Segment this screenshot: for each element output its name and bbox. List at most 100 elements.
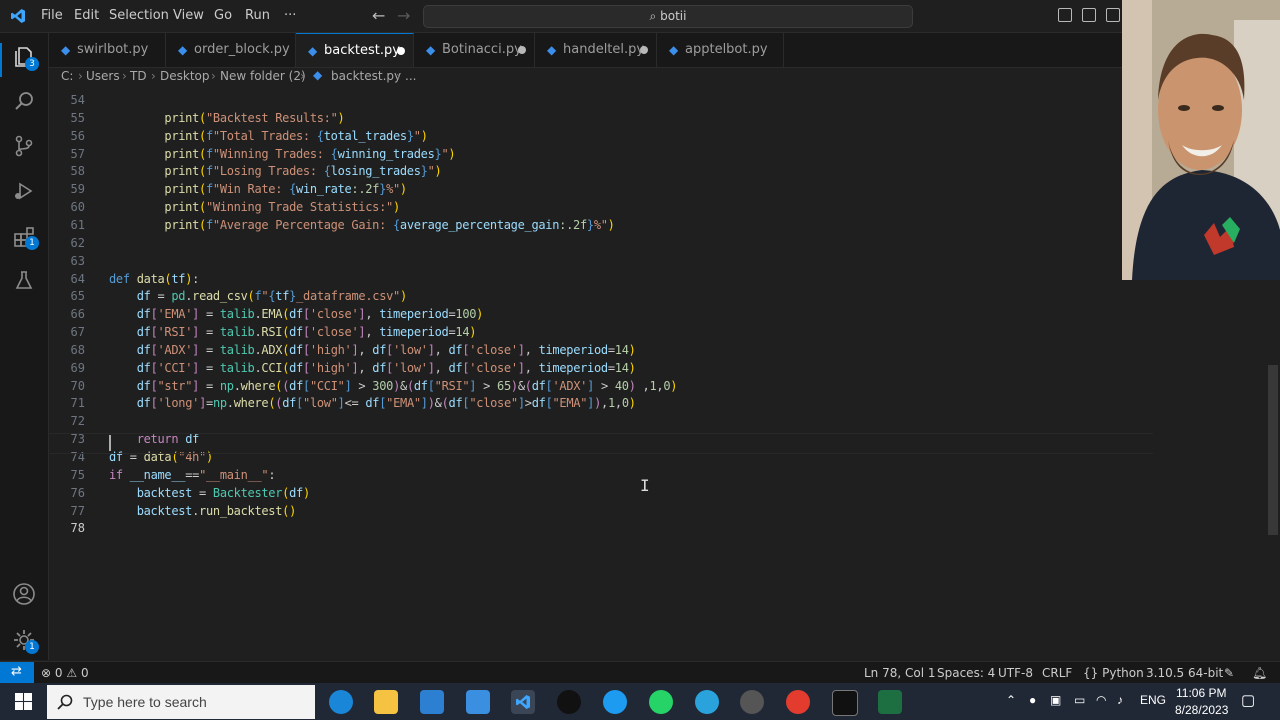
menu-run[interactable]: Run [245,8,270,23]
file-explorer-icon[interactable] [374,690,398,714]
language-mode[interactable]: {} Python [1083,666,1144,680]
toggle-panel-icon[interactable] [1082,8,1096,22]
line-number[interactable]: 71 [49,396,85,410]
line-number[interactable]: 66 [49,307,85,321]
toggle-sidebar-icon[interactable] [1058,8,1072,22]
breadcrumb-desktop[interactable]: Desktop [160,69,210,83]
mail-icon[interactable] [466,690,490,714]
code-line[interactable]: df['CCI'] = talib.CCI(df['high'], df['lo… [109,361,636,375]
line-number[interactable]: 76 [49,486,85,500]
code-line[interactable]: df['long']=np.where((df["low"]<= df["EMA… [109,396,636,410]
code-line[interactable]: backtest = Backtester(df) [109,486,310,500]
code-line[interactable]: print(f"Win Rate: {win_rate:.2f}%") [109,182,407,196]
source-control-icon[interactable] [12,134,36,158]
tiktok-icon[interactable] [557,690,581,714]
chrome-icon[interactable] [786,690,810,714]
line-number[interactable]: 78 [49,521,85,535]
tab-apptelbot[interactable]: ◆ apptelbot.py [657,33,784,67]
testing-flask-icon[interactable] [12,269,36,293]
line-number[interactable]: 65 [49,289,85,303]
obs-icon[interactable] [740,690,764,714]
line-number[interactable]: 60 [49,200,85,214]
tab-handeltel[interactable]: ◆ handeltel.py [535,33,657,67]
line-number[interactable]: 70 [49,379,85,393]
feedback-icon[interactable]: ✎ [1224,666,1234,680]
line-number[interactable]: 63 [49,254,85,268]
wifi-icon[interactable]: ◠ [1096,693,1106,707]
line-number[interactable]: 55 [49,111,85,125]
command-center-search[interactable]: ⌕ botii [423,5,913,28]
action-center-icon[interactable]: ▢ [1241,691,1255,709]
code-line[interactable]: print("Winning Trade Statistics:") [109,200,400,214]
line-number[interactable]: 56 [49,129,85,143]
encoding[interactable]: UTF-8 [998,666,1033,680]
menu-go[interactable]: Go [214,8,232,23]
language-indicator[interactable]: ENG [1140,693,1166,707]
tab-order-block[interactable]: ◆ order_block.py [166,33,296,67]
code-line[interactable]: print(f"Losing Trades: {losing_trades}") [109,164,441,178]
show-hidden-icons-chevron-icon[interactable]: ⌃ [1006,693,1016,707]
menu-more[interactable]: ··· [284,8,296,23]
line-number[interactable]: 67 [49,325,85,339]
code-line[interactable]: def data(tf): [109,272,199,286]
line-number[interactable]: 72 [49,414,85,428]
line-number[interactable]: 69 [49,361,85,375]
back-arrow-icon[interactable]: ← [372,6,385,25]
menu-file[interactable]: File [41,8,63,23]
terminal-icon[interactable] [832,690,858,716]
code-line[interactable]: df['ADX'] = talib.ADX(df['high'], df['lo… [109,343,636,357]
breadcrumb-td[interactable]: TD [130,69,147,83]
line-number[interactable]: 64 [49,272,85,286]
clock-date[interactable]: 8/28/2023 [1175,703,1228,717]
network-icon[interactable]: ▭ [1074,693,1085,707]
tab-swirlbot[interactable]: ◆ swirlbot.py [49,33,166,67]
line-number[interactable]: 77 [49,504,85,518]
code-editor[interactable]: 54 55 print("Backtest Results:") 56 print(… [49,88,1279,660]
clock-time[interactable]: 11:06 PM [1176,686,1226,700]
notifications-bell-icon[interactable]: 🔔︎ [1252,666,1267,680]
breadcrumb-users[interactable]: Users [86,69,120,83]
breadcrumb-folder[interactable]: New folder (2) [220,69,306,83]
code-line[interactable]: df['EMA'] = talib.EMA(df['close'], timep… [109,307,484,321]
edge-icon[interactable] [329,690,353,714]
forward-arrow-icon[interactable]: → [397,6,410,25]
line-number[interactable]: 62 [49,236,85,250]
line-number[interactable]: 61 [49,218,85,232]
excel-icon[interactable] [878,690,902,714]
vertical-scrollbar[interactable] [1268,365,1278,535]
problems-indicator[interactable]: ⊗ 0 ⚠ 0 [41,666,89,680]
toggle-secondary-sidebar-icon[interactable] [1106,8,1120,22]
menu-selection[interactable]: Selection [109,8,169,23]
breadcrumb-symbol[interactable]: ... [405,69,416,83]
menu-edit[interactable]: Edit [74,8,99,23]
breadcrumb-drive[interactable]: C: [61,69,73,83]
cursor-position[interactable]: Ln 78, Col 1 [864,666,936,680]
tab-botinacci[interactable]: ◆ Botinacci.py [414,33,535,67]
code-line[interactable]: print(f"Winning Trades: {winning_trades}… [109,147,455,161]
code-line[interactable]: print(f"Average Percentage Gain: {averag… [109,218,615,232]
code-line[interactable]: df['RSI'] = talib.RSI(df['close'], timep… [109,325,477,339]
code-line[interactable]: if __name__=="__main__": [109,468,276,482]
vscode-taskbar-icon[interactable] [511,690,535,714]
line-number[interactable]: 57 [49,147,85,161]
indentation[interactable]: Spaces: 4 [937,666,995,680]
unsaved-dot-icon[interactable] [397,47,405,55]
telegram-icon[interactable] [695,690,719,714]
windows-start-icon[interactable] [15,693,32,710]
webcam-tray-icon[interactable]: ▣ [1050,693,1061,707]
whatsapp-icon[interactable] [649,690,673,714]
line-number[interactable]: 68 [49,343,85,357]
line-ending[interactable]: CRLF [1042,666,1072,680]
code-line[interactable]: print(f"Total Trades: {total_trades}") [109,129,428,143]
breadcrumb-file[interactable]: backtest.py [331,69,401,83]
run-debug-icon[interactable] [12,179,36,203]
unsaved-dot-icon[interactable] [518,46,526,54]
volume-icon[interactable]: ♪ [1117,693,1123,707]
line-number[interactable]: 58 [49,164,85,178]
python-interpreter[interactable]: 3.10.5 64-bit [1146,666,1223,680]
account-icon[interactable] [12,582,36,606]
menu-view[interactable]: View [173,8,204,23]
unsaved-dot-icon[interactable] [640,46,648,54]
microphone-icon[interactable]: ● [1029,693,1036,707]
line-number[interactable]: 59 [49,182,85,196]
